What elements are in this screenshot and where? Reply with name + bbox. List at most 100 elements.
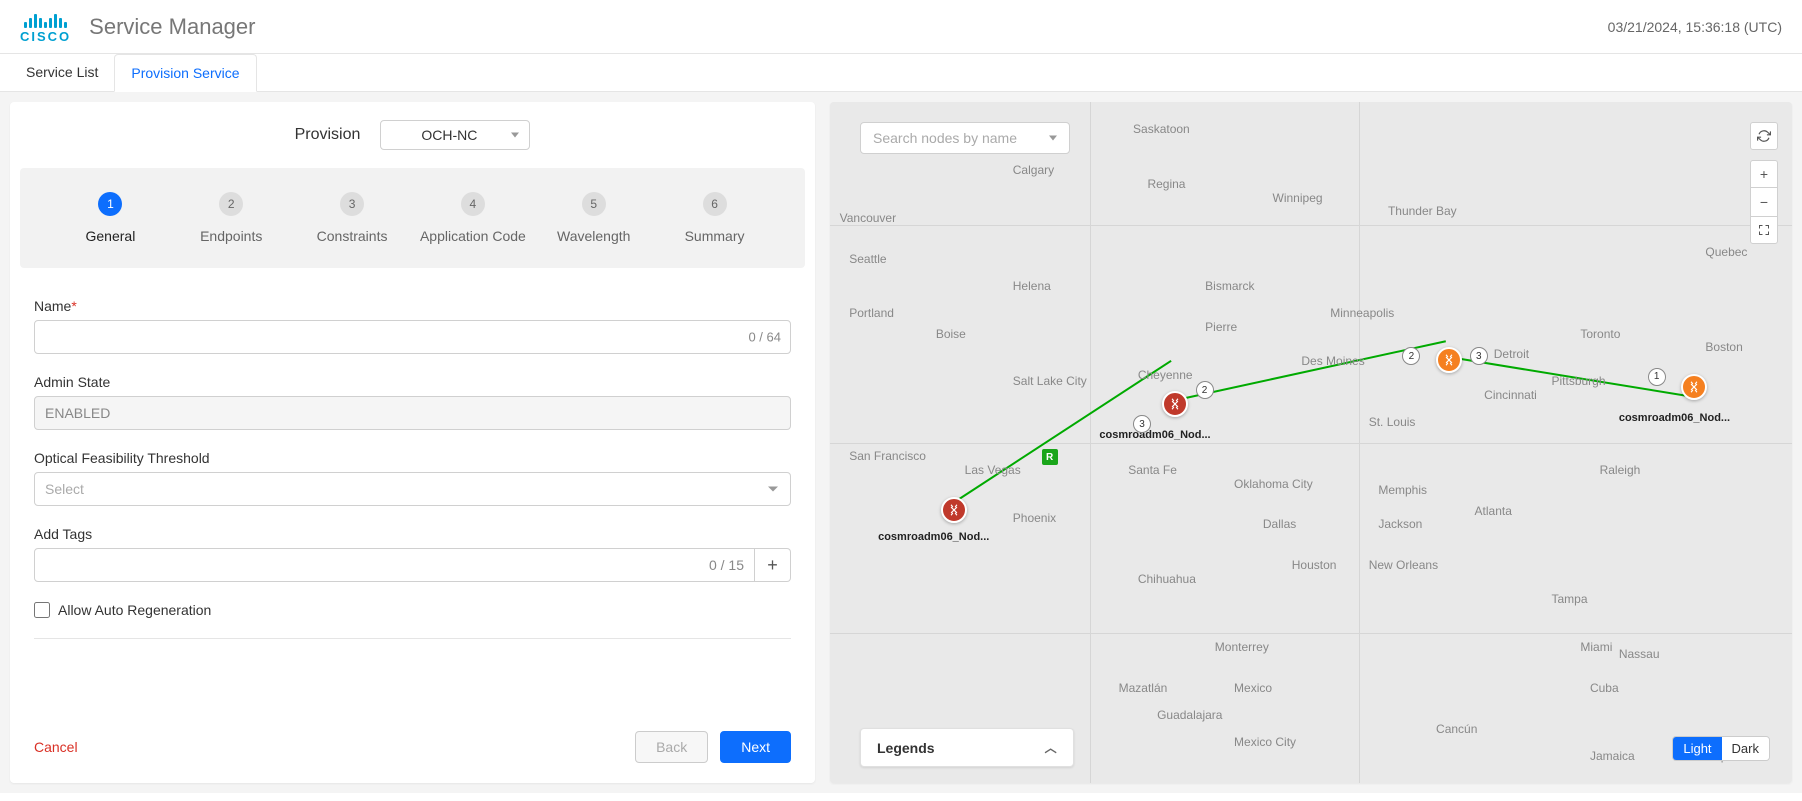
map-city-label: Miami — [1580, 640, 1612, 654]
step-number: 6 — [703, 192, 727, 216]
map-city-label: Seattle — [849, 252, 886, 266]
map-city-label: Las Vegas — [965, 463, 1021, 477]
minus-icon: − — [1760, 194, 1768, 210]
map-city-label: Pittsburgh — [1552, 374, 1606, 388]
footer-right: Back Next — [635, 731, 791, 763]
admin-state-group: Admin State — [34, 374, 791, 430]
map-city-label: Quebec — [1705, 245, 1747, 259]
step-endpoints[interactable]: 2 Endpoints — [171, 192, 292, 244]
topology-node-badge: 2 — [1402, 347, 1420, 365]
step-constraints[interactable]: 3 Constraints — [292, 192, 413, 244]
main-content: Provision OCH-NC 1 General 2 Endpoints 3… — [0, 92, 1802, 793]
oft-label: Optical Feasibility Threshold — [34, 450, 791, 466]
tab-service-list[interactable]: Service List — [10, 54, 114, 91]
step-summary[interactable]: 6 Summary — [654, 192, 775, 244]
tags-add-button[interactable]: + — [755, 548, 791, 582]
legends-panel[interactable]: Legends ︿ — [860, 728, 1074, 767]
map-city-label: Cuba — [1590, 681, 1619, 695]
map-city-label: Saskatoon — [1133, 122, 1190, 136]
map-panel: VancouverCalgarySaskatoonReginaWinnipegT… — [830, 102, 1792, 783]
topology-node[interactable] — [1162, 391, 1188, 417]
map-city-label: Toronto — [1580, 327, 1620, 341]
map-city-label: Cheyenne — [1138, 368, 1193, 382]
allow-auto-regen-row: Allow Auto Regeneration — [34, 602, 791, 618]
cisco-logo: CISCO — [20, 10, 71, 43]
step-general[interactable]: 1 General — [50, 192, 171, 244]
map-fit-button[interactable] — [1750, 216, 1778, 244]
name-input[interactable] — [34, 320, 791, 354]
topology-node[interactable] — [1681, 374, 1707, 400]
tags-group: Add Tags 0 / 15 + — [34, 526, 791, 582]
form-area: Name* 0 / 64 Admin State Optical Feasibi… — [10, 268, 815, 711]
back-button[interactable]: Back — [635, 731, 708, 763]
map-city-label: Boise — [936, 327, 966, 341]
map-city-label: Dallas — [1263, 517, 1296, 531]
theme-dark-button[interactable]: Dark — [1722, 737, 1769, 760]
step-label: Constraints — [317, 228, 388, 244]
app-header: CISCO Service Manager 03/21/2024, 15:36:… — [0, 0, 1802, 54]
oft-group: Optical Feasibility Threshold Select — [34, 450, 791, 506]
oft-placeholder: Select — [45, 481, 84, 497]
step-label: Endpoints — [200, 228, 262, 244]
theme-toggle: Light Dark — [1672, 736, 1770, 761]
main-tabs: Service List Provision Service — [0, 54, 1802, 92]
provision-row: Provision OCH-NC — [10, 102, 815, 168]
next-button[interactable]: Next — [720, 731, 791, 763]
map-city-label: Regina — [1147, 177, 1185, 191]
map-city-label: San Francisco — [849, 449, 926, 463]
map-zoom-in-button[interactable]: + — [1750, 160, 1778, 188]
step-number: 3 — [340, 192, 364, 216]
oft-select[interactable]: Select — [34, 472, 791, 506]
map-city-label: Mexico — [1234, 681, 1272, 695]
form-footer: Cancel Back Next — [10, 711, 815, 783]
map-city-label: Atlanta — [1475, 504, 1512, 518]
provision-label: Provision — [295, 126, 361, 144]
header-left: CISCO Service Manager — [20, 10, 255, 43]
step-application-code[interactable]: 4 Application Code — [412, 192, 533, 244]
map-city-label: Raleigh — [1600, 463, 1641, 477]
step-number: 1 — [98, 192, 122, 216]
plus-icon: + — [1760, 166, 1768, 182]
tags-label: Add Tags — [34, 526, 791, 542]
map-search-input[interactable]: Search nodes by name — [860, 122, 1070, 154]
map-city-label: Jamaica — [1590, 749, 1635, 763]
map-zoom-out-button[interactable]: − — [1750, 188, 1778, 216]
topology-node-badge: 3 — [1470, 347, 1488, 365]
name-group: Name* 0 / 64 — [34, 298, 791, 354]
admin-state-label: Admin State — [34, 374, 791, 390]
provision-type-select[interactable]: OCH-NC — [380, 120, 530, 150]
map-city-label: Thunder Bay — [1388, 204, 1457, 218]
topology-node-label: cosmroadm06_Nod... — [1099, 429, 1210, 441]
step-label: Wavelength — [557, 228, 630, 244]
theme-light-button[interactable]: Light — [1673, 737, 1721, 760]
tab-provision-service[interactable]: Provision Service — [114, 54, 256, 92]
topology-node-badge: 1 — [1648, 368, 1666, 386]
cancel-button[interactable]: Cancel — [34, 739, 78, 755]
admin-state-input — [34, 396, 791, 430]
form-divider — [34, 638, 791, 639]
map-city-label: Phoenix — [1013, 511, 1056, 525]
allow-auto-regen-checkbox[interactable] — [34, 602, 50, 618]
name-label: Name* — [34, 298, 791, 314]
map-city-label: Boston — [1705, 340, 1742, 354]
map-city-label: Salt Lake City — [1013, 374, 1087, 388]
provision-type-value: OCH-NC — [421, 127, 477, 143]
cisco-logo-text: CISCO — [20, 30, 71, 43]
refresh-icon — [1757, 129, 1771, 143]
topology-node[interactable] — [1436, 347, 1462, 373]
topology-node[interactable] — [941, 497, 967, 523]
tags-input[interactable]: 0 / 15 — [34, 548, 755, 582]
legends-label: Legends — [877, 740, 935, 756]
map-city-label: Portland — [849, 306, 894, 320]
map-city-label: Guadalajara — [1157, 708, 1222, 722]
chevron-up-icon: ︿ — [1045, 739, 1057, 756]
name-input-wrap: 0 / 64 — [34, 320, 791, 354]
map-controls: + − — [1750, 122, 1778, 244]
step-wavelength[interactable]: 5 Wavelength — [533, 192, 654, 244]
map-background[interactable]: VancouverCalgarySaskatoonReginaWinnipegT… — [830, 102, 1792, 783]
topology-node-label: cosmroadm06_Nod... — [878, 531, 989, 543]
map-city-label: Calgary — [1013, 163, 1054, 177]
map-city-label: Oklahoma City — [1234, 477, 1313, 491]
map-city-label: Houston — [1292, 558, 1337, 572]
map-refresh-button[interactable] — [1750, 122, 1778, 150]
